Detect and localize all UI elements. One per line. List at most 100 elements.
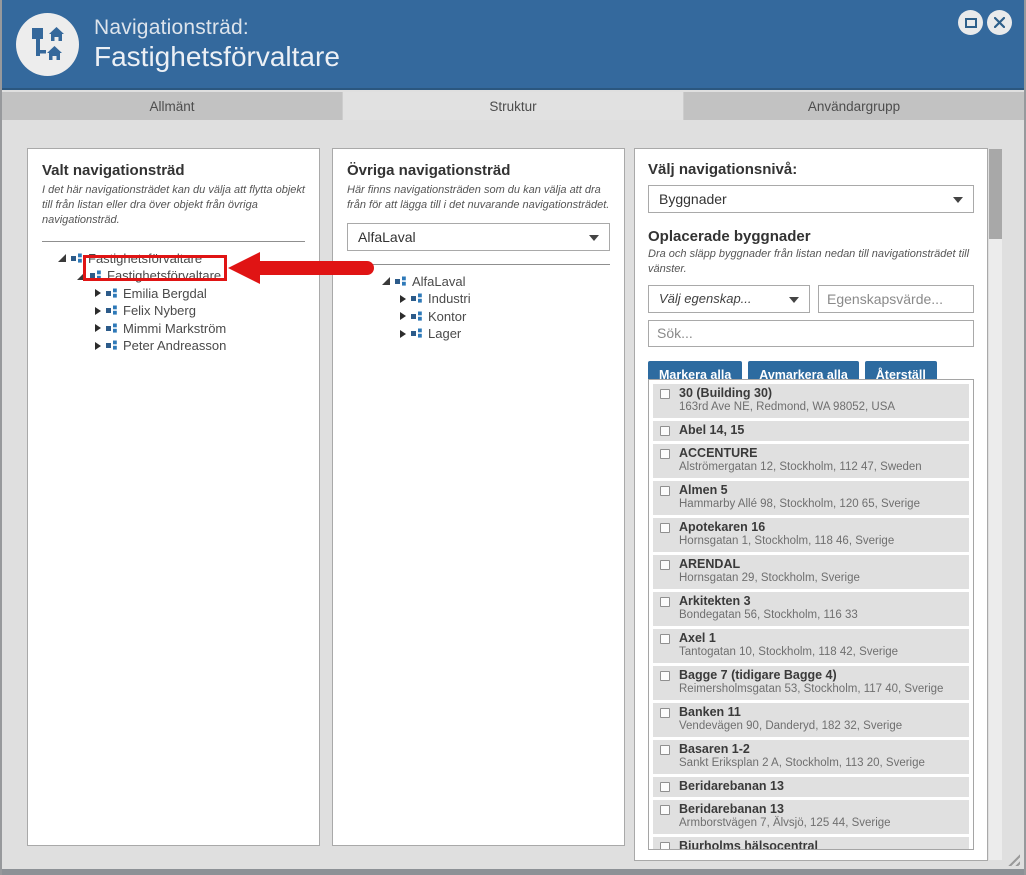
building-item[interactable]: Banken 11 Vendevägen 90, Danderyd, 182 3… [653,703,969,737]
expand-icon[interactable] [95,289,101,297]
filter-row: Välj egenskap... [648,285,974,313]
building-address: Tantogatan 10, Stockholm, 118 42, Sverig… [679,646,963,659]
building-item[interactable]: 30 (Building 30) 163rd Ave NE, Redmond, … [653,384,969,418]
tree-node-icon [106,340,118,351]
expand-icon[interactable] [95,324,101,332]
tree-item-label: Felix Nyberg [123,303,196,318]
building-name: Arkitekten 3 [679,595,963,608]
building-item[interactable]: ACCENTURE Alströmergatan 12, Stockholm, … [653,444,969,478]
building-checkbox[interactable] [660,523,670,533]
tree-item-label: Emilia Bergdal [123,286,207,301]
tree-item-felix-nyberg[interactable]: Felix Nyberg [42,302,305,320]
tree-item-industri[interactable]: Industri [347,290,610,308]
building-address: Bondegatan 56, Stockholm, 116 33 [679,609,963,622]
tab-anvandargrupp[interactable]: Användargrupp [684,92,1024,120]
building-checkbox[interactable] [660,708,670,718]
vertical-scrollbar[interactable] [989,149,1002,860]
tree-item-fastighetsforvaltare-root[interactable]: Fastighetsförvaltare [42,250,305,268]
building-checkbox[interactable] [660,449,670,459]
divider [347,264,610,265]
resize-handle-icon[interactable] [1005,851,1020,866]
expand-icon[interactable] [400,312,406,320]
maximize-icon [965,18,977,28]
building-name: Bagge 7 (tidigare Bagge 4) [679,669,963,682]
search-input[interactable] [648,320,974,347]
scrollbar-thumb[interactable] [989,149,1002,239]
building-item[interactable]: Apotekaren 16 Hornsgatan 1, Stockholm, 1… [653,518,969,552]
building-name: Basaren 1-2 [679,743,963,756]
tree-houses-icon [28,24,68,64]
building-checkbox[interactable] [660,389,670,399]
other-navigation-tree: AlfaLaval Industri Kontor Lager [347,273,610,343]
building-name: Abel 14, 15 [679,424,963,437]
building-item[interactable]: Beridarebanan 13 [653,777,969,797]
tree-item-label: Lager [428,326,461,341]
window-controls [958,10,1012,35]
building-checkbox[interactable] [660,671,670,681]
dialog-title-main: Fastighetsförvaltare [94,41,340,73]
tree-item-mimmi-markstrom[interactable]: Mimmi Markström [42,320,305,338]
maximize-button[interactable] [958,10,983,35]
search-row [648,320,974,347]
collapse-icon[interactable] [77,272,85,280]
building-checkbox[interactable] [660,426,670,436]
tree-select-dropdown[interactable]: AlfaLaval [347,223,610,251]
tree-item-fastighetsforvaltare-sub[interactable]: Fastighetsförvaltare [42,267,305,285]
building-item[interactable]: Basaren 1-2 Sankt Eriksplan 2 A, Stockho… [653,740,969,774]
expand-icon[interactable] [95,342,101,350]
building-address: Hammarby Allé 98, Stockholm, 120 65, Sve… [679,498,963,511]
unplaced-buildings-panel: Välj navigationsnivå: Byggnader Oplacera… [634,148,988,861]
building-item[interactable]: Almen 5 Hammarby Allé 98, Stockholm, 120… [653,481,969,515]
building-name: Almen 5 [679,484,963,497]
close-button[interactable] [987,10,1012,35]
building-item[interactable]: ARENDAL Hornsgatan 29, Stockholm, Sverig… [653,555,969,589]
property-value-input[interactable] [818,285,974,313]
building-name: Beridarebanan 13 [679,803,963,816]
building-checkbox[interactable] [660,597,670,607]
expand-icon[interactable] [400,295,406,303]
building-checkbox[interactable] [660,486,670,496]
tab-allmant[interactable]: Allmänt [2,92,343,120]
selected-tree-panel: Valt navigationsträd I det här navigatio… [27,148,320,846]
tab-bar: Allmänt Struktur Användargrupp [2,92,1024,120]
building-name: Axel 1 [679,632,963,645]
expand-icon[interactable] [95,307,101,315]
building-checkbox[interactable] [660,842,670,850]
tree-node-icon [106,323,118,334]
building-item[interactable]: Axel 1 Tantogatan 10, Stockholm, 118 42,… [653,629,969,663]
building-item[interactable]: Abel 14, 15 [653,421,969,441]
building-name: ACCENTURE [679,447,963,460]
tree-item-kontor[interactable]: Kontor [347,308,610,326]
collapse-icon[interactable] [382,277,390,285]
tree-item-lager[interactable]: Lager [347,325,610,343]
building-address: Alströmergatan 12, Stockholm, 112 47, Sw… [679,461,963,474]
expand-icon[interactable] [400,330,406,338]
tree-node-icon [411,311,423,322]
building-checkbox[interactable] [660,634,670,644]
tree-item-peter-andreasson[interactable]: Peter Andreasson [42,337,305,355]
collapse-icon[interactable] [58,254,66,262]
building-item[interactable]: Bjurholms hälsocentral Storgatan 16, Bju… [653,837,969,850]
building-name: 30 (Building 30) [679,387,963,400]
building-item[interactable]: Beridarebanan 13 Armborstvägen 7, Älvsjö… [653,800,969,834]
building-checkbox[interactable] [660,745,670,755]
tree-item-emilia-bergdal[interactable]: Emilia Bergdal [42,285,305,303]
building-item[interactable]: Arkitekten 3 Bondegatan 56, Stockholm, 1… [653,592,969,626]
navigation-level-dropdown[interactable]: Byggnader [648,185,974,213]
dialog-title: Navigationsträd: Fastighetsförvaltare [94,15,340,73]
building-checkbox[interactable] [660,782,670,792]
building-name: Beridarebanan 13 [679,780,963,793]
tree-item-label: Peter Andreasson [123,338,226,353]
property-dropdown[interactable]: Välj egenskap... [648,285,810,313]
other-trees-title: Övriga navigationsträd [347,162,610,179]
building-checkbox[interactable] [660,805,670,815]
building-address: Armborstvägen 7, Älvsjö, 125 44, Sverige [679,817,963,830]
building-item[interactable]: Bagge 7 (tidigare Bagge 4) Reimersholmsg… [653,666,969,700]
tree-item-label: Fastighetsförvaltare [107,268,221,283]
tree-item-alfalaval-root[interactable]: AlfaLaval [347,273,610,291]
building-checkbox[interactable] [660,560,670,570]
tree-item-label: Fastighetsförvaltare [88,251,202,266]
titlebar: Navigationsträd: Fastighetsförvaltare [2,0,1024,90]
tree-item-label: AlfaLaval [412,274,465,289]
tab-struktur[interactable]: Struktur [343,92,684,120]
